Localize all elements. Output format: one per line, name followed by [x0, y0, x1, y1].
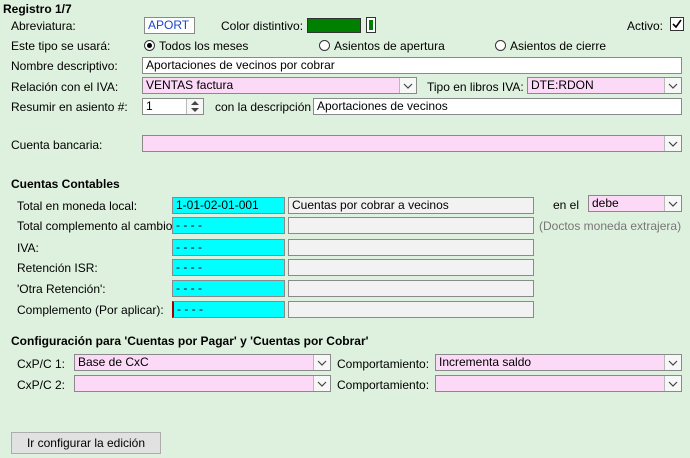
iva-relation-select[interactable]: VENTAS factura [142, 77, 417, 94]
side-value: debe [592, 196, 619, 210]
color-indicator-icon [369, 20, 373, 30]
iva-book-type-value: DTE:RDON [531, 78, 594, 92]
behavior-select-2[interactable] [435, 375, 682, 392]
chevron-down-icon[interactable] [664, 376, 681, 391]
account-desc-complement [288, 217, 534, 234]
iva-book-type-label: Tipo en libros IVA: [427, 80, 524, 94]
account-code-other-retention[interactable]: - - - - [172, 280, 285, 297]
behavior-value-1: Incrementa saldo [439, 355, 532, 369]
account-code-pending-complement[interactable]: - - - - [172, 301, 285, 318]
behavior-label-2: Comportamiento: [337, 378, 430, 392]
account-desc-pending-complement [288, 301, 534, 318]
foreign-note: (Doctos moneda extrajera) [539, 219, 682, 233]
account-desc-local: Cuentas por cobrar a vecinos [288, 197, 534, 214]
account-label-pending-complement: Complemento (Por aplicar): [17, 303, 164, 317]
behavior-label-1: Comportamiento: [337, 357, 430, 371]
account-label-local: Total en moneda local: [17, 199, 138, 213]
chevron-down-icon[interactable] [664, 355, 681, 370]
chevron-down-icon[interactable] [664, 196, 681, 211]
summarize-desc-label: con la descripción [215, 100, 312, 114]
account-desc-iva [288, 239, 534, 256]
cxp-label-1: CxP/C 1: [17, 357, 66, 371]
summarize-stepper[interactable]: 1 [142, 98, 204, 115]
side-select[interactable]: debe [588, 195, 682, 212]
account-label-iva: IVA: [17, 241, 39, 255]
color-picker-button[interactable] [366, 17, 376, 33]
color-label: Color distintivo: [221, 19, 304, 33]
account-label-other-retention: 'Otra Retención': [17, 282, 106, 296]
color-swatch[interactable] [307, 18, 361, 33]
iva-relation-label: Relación con el IVA: [11, 80, 119, 94]
cxp-label-2: CxP/C 2: [17, 378, 66, 392]
accounts-section-title: Cuentas Contables [11, 177, 120, 191]
cxp-select-1[interactable]: Base de CxC [74, 354, 331, 371]
edit-config-button[interactable]: Ir configurar la edición [11, 432, 161, 454]
behavior-select-1[interactable]: Incrementa saldo [435, 354, 682, 371]
account-label-complement: Total complemento al cambio: [17, 219, 176, 233]
active-label: Activo: [627, 19, 664, 33]
account-desc-isr [288, 259, 534, 276]
chevron-down-icon[interactable] [399, 78, 416, 93]
descriptive-name-label: Nombre descriptivo: [11, 59, 118, 73]
checkmark-icon [672, 19, 682, 29]
abbrev-label: Abreviatura: [11, 19, 76, 33]
usage-label: Este tipo se usará: [11, 39, 111, 53]
account-desc-other-retention [288, 280, 534, 297]
descriptive-name-input[interactable]: Aportaciones de vecinos por cobrar [142, 57, 682, 74]
spin-arrows-icon[interactable] [186, 99, 203, 114]
summarize-value: 1 [146, 99, 153, 113]
cxp-select-2[interactable] [74, 375, 331, 392]
abbrev-input[interactable]: APORT [144, 17, 195, 34]
iva-book-type-select[interactable]: DTE:RDON [527, 77, 682, 94]
chevron-down-icon[interactable] [313, 376, 330, 391]
account-code-complement[interactable]: - - - - [172, 217, 285, 234]
active-checkbox[interactable] [670, 17, 684, 31]
page-title: Registro 1/7 [3, 2, 72, 16]
iva-relation-value: VENTAS factura [146, 78, 234, 92]
account-code-iva[interactable]: - - - - [172, 239, 285, 256]
usage-option-label: Asientos de cierre [510, 39, 607, 53]
side-label: en el [553, 198, 580, 212]
chevron-down-icon[interactable] [664, 136, 681, 151]
chevron-down-icon[interactable] [664, 78, 681, 93]
usage-option-label: Asientos de apertura [334, 39, 445, 53]
bank-account-label: Cuenta bancaria: [11, 138, 103, 152]
summarize-label: Resumir en asiento #: [11, 100, 128, 114]
radio-selected-icon [144, 40, 155, 51]
account-label-isr: Retención ISR: [17, 261, 98, 275]
cxp-section-title: Configuración para 'Cuentas por Pagar' y… [11, 334, 369, 348]
account-code-isr[interactable]: - - - - [172, 259, 285, 276]
radio-icon [319, 40, 330, 51]
bank-account-select[interactable] [142, 135, 682, 152]
usage-option-label: Todos los meses [159, 39, 249, 53]
cxp-value-1: Base de CxC [78, 355, 149, 369]
summarize-desc-input[interactable]: Aportaciones de vecinos [313, 98, 682, 115]
chevron-down-icon[interactable] [313, 355, 330, 370]
account-code-local[interactable]: 1-01-02-01-001 [172, 197, 285, 214]
radio-icon [495, 40, 506, 51]
